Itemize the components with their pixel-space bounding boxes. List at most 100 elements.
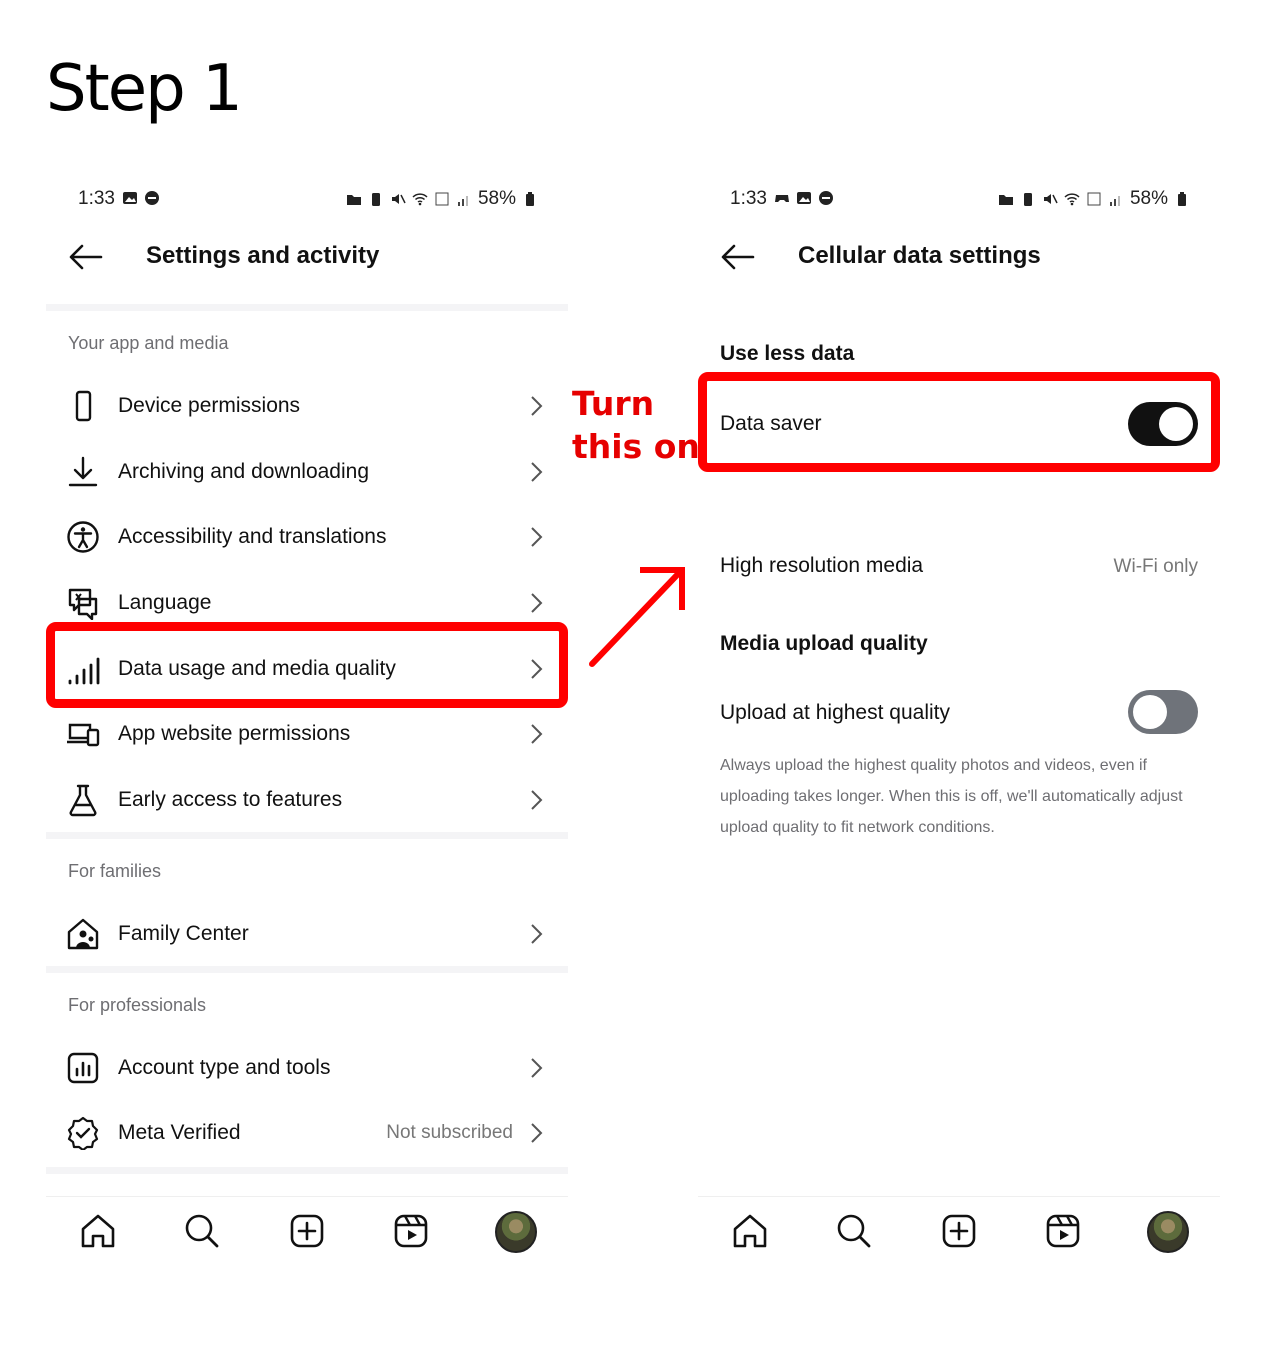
gallery-icon (797, 192, 811, 204)
step-title: Step 1 (46, 52, 243, 126)
status-time: 1:33 (730, 188, 767, 209)
reels-icon[interactable] (391, 1211, 431, 1251)
chevron-right-icon (531, 724, 543, 744)
upload-highest-quality-row[interactable]: Upload at highest quality (698, 682, 1220, 744)
upload-quality-toggle[interactable] (1128, 690, 1198, 734)
battery-saver-icon (371, 193, 380, 206)
settings-item-family-center[interactable]: Family Center (46, 903, 568, 965)
settings-screen: 1:33 58% Settings and activity Your app … (46, 180, 568, 1270)
divider (46, 832, 568, 839)
settings-item-meta-verified[interactable]: Meta Verified Not subscribed (46, 1102, 568, 1164)
settings-item-label: Accessibility and translations (118, 525, 387, 548)
settings-item-account-type[interactable]: Account type and tools (46, 1037, 568, 1099)
settings-item-label: Account type and tools (118, 1056, 331, 1079)
upload-quality-description: Always upload the highest quality photos… (720, 757, 1183, 836)
divider (46, 966, 568, 973)
upload-highest-quality-label: Upload at highest quality (720, 701, 950, 724)
accessibility-icon (67, 521, 99, 553)
page-title: Settings and activity (146, 242, 380, 269)
data-saver-highlight (698, 372, 1220, 472)
reels-icon[interactable] (1043, 1211, 1083, 1251)
media-upload-quality-heading: Media upload quality (720, 632, 928, 655)
dnd-icon (819, 191, 833, 205)
settings-item-accessibility[interactable]: Accessibility and translations (46, 506, 568, 568)
settings-item-device-permissions[interactable]: Device permissions (46, 375, 568, 437)
annotation-text: Turn this on (572, 382, 700, 468)
chevron-right-icon (531, 790, 543, 810)
download-icon (68, 456, 98, 487)
home-icon[interactable] (78, 1211, 118, 1251)
battery-icon (1178, 192, 1186, 206)
home-icon[interactable] (730, 1211, 770, 1251)
annotation-line-1: Turn (572, 384, 655, 423)
dnd-icon (145, 191, 159, 205)
bar-chart-icon (67, 1052, 99, 1084)
wifi-icon (412, 193, 428, 206)
annotation-arrow-icon (589, 567, 685, 667)
section-label: Your app and media (68, 333, 229, 353)
divider (46, 1167, 568, 1174)
meta-verified-status: Not subscribed (386, 1122, 513, 1143)
create-icon[interactable] (287, 1211, 327, 1251)
mute-icon (1043, 194, 1058, 204)
settings-item-early-access[interactable]: Early access to features (46, 769, 568, 831)
mute-icon (391, 194, 406, 204)
settings-item-label: Language (118, 591, 212, 614)
search-icon[interactable] (182, 1211, 222, 1251)
folder-icon (998, 195, 1013, 205)
status-bar: 1:33 58% (698, 180, 1220, 218)
annotation-line-2: this on (572, 427, 700, 466)
volte-icon (1087, 192, 1101, 206)
settings-item-label: Device permissions (118, 394, 301, 417)
phone-icon (75, 390, 92, 422)
chevron-right-icon (531, 924, 543, 944)
battery-percent: 58% (477, 188, 516, 209)
high-resolution-label: High resolution media (720, 554, 924, 577)
chevron-right-icon (531, 462, 543, 482)
profile-avatar[interactable] (1147, 1211, 1189, 1253)
settings-item-archiving[interactable]: Archiving and downloading (46, 441, 568, 503)
settings-item-label: Archiving and downloading (118, 460, 370, 483)
cellular-data-screen: 1:33 58% Cellular data settings Use less… (698, 180, 1220, 1270)
use-less-data-heading: Use less data (720, 342, 855, 365)
language-icon (68, 588, 98, 620)
back-arrow-icon[interactable] (68, 242, 104, 272)
bottom-nav (698, 1196, 1220, 1271)
chevron-right-icon (531, 1058, 543, 1078)
status-bar: 1:33 58% (46, 180, 568, 218)
back-arrow-icon[interactable] (720, 242, 756, 272)
section-label: For professionals (68, 995, 207, 1015)
chevron-right-icon (531, 396, 543, 416)
verified-badge-icon (67, 1116, 99, 1150)
settings-item-label: Early access to features (118, 788, 343, 811)
folder-icon (346, 195, 361, 205)
signal-icon (1109, 196, 1120, 206)
devices-icon (67, 723, 100, 747)
page-title: Cellular data settings (798, 242, 1041, 269)
settings-item-label: Family Center (118, 922, 249, 945)
battery-icon (526, 192, 534, 206)
gallery-icon (123, 192, 137, 204)
create-icon[interactable] (939, 1211, 979, 1251)
page-header: Settings and activity (46, 230, 568, 286)
chevron-right-icon (531, 593, 543, 613)
battery-percent: 58% (1129, 188, 1168, 209)
divider (46, 304, 568, 311)
wifi-icon (1064, 193, 1080, 206)
chevron-right-icon (531, 527, 543, 547)
game-icon (775, 195, 789, 202)
settings-item-app-website-permissions[interactable]: App website permissions (46, 703, 568, 765)
flask-icon (69, 784, 97, 817)
search-icon[interactable] (834, 1211, 874, 1251)
settings-item-label: Meta Verified (118, 1121, 241, 1144)
page-header: Cellular data settings (698, 230, 1220, 286)
family-home-icon (67, 918, 99, 950)
high-resolution-value: Wi-Fi only (1113, 556, 1198, 577)
high-resolution-media-row[interactable]: High resolution media Wi-Fi only (698, 536, 1220, 598)
status-time: 1:33 (78, 188, 115, 209)
profile-avatar[interactable] (495, 1211, 537, 1253)
settings-item-label: App website permissions (118, 722, 351, 745)
section-label: For families (68, 861, 162, 881)
data-usage-highlight (46, 622, 568, 708)
signal-icon (457, 196, 468, 206)
